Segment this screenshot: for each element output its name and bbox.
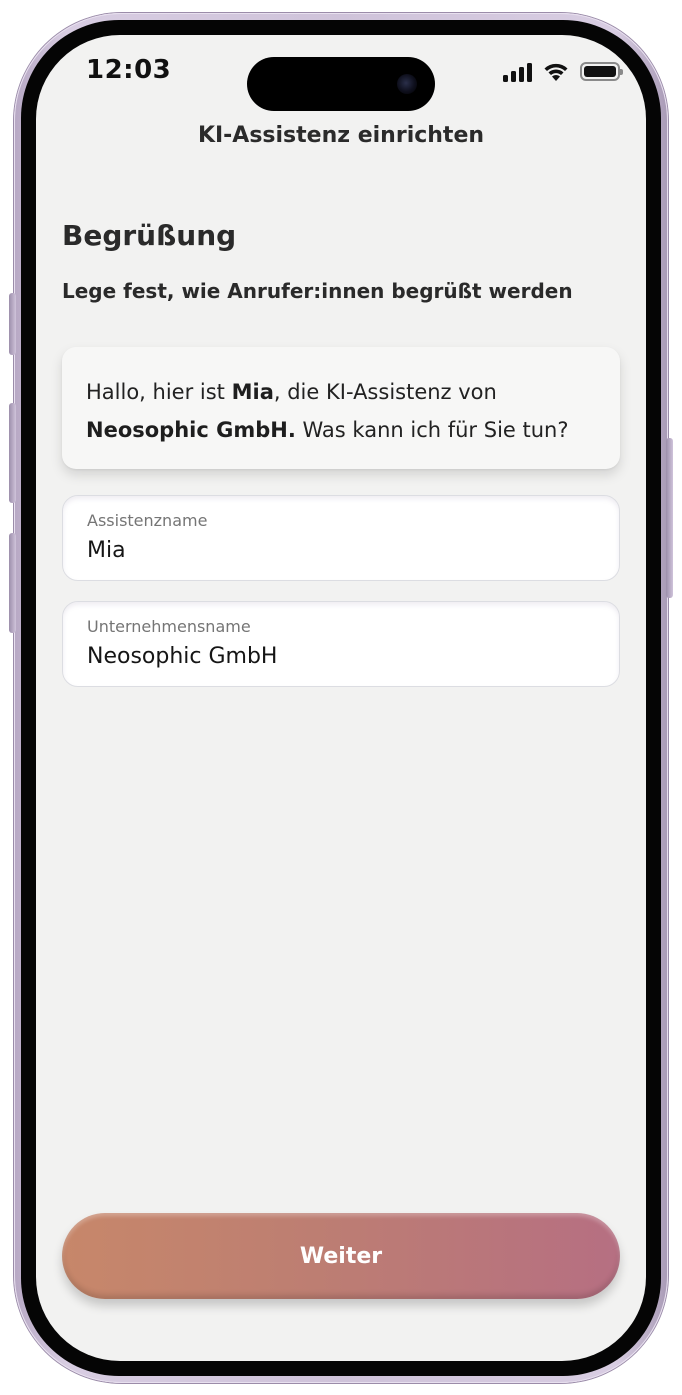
company-name-input[interactable] xyxy=(87,642,595,672)
greeting-preview-card: Hallo, hier ist Mia, die KI-Assistenz vo… xyxy=(62,347,620,469)
volume-down-button xyxy=(9,533,16,633)
greeting-text-part3: Was kann ich für Sie tun? xyxy=(295,418,569,442)
greeting-text-part1: Hallo, hier ist xyxy=(86,380,232,404)
greeting-assistant-name: Mia xyxy=(231,380,274,404)
volume-up-button xyxy=(9,403,16,503)
assistant-name-label: Assistenzname xyxy=(87,511,208,530)
greeting-company-name: Neosophic GmbH. xyxy=(86,418,296,442)
phone-screen: 12:03 KI-Assistenz einrichten Begrüßung … xyxy=(36,35,646,1361)
status-icons xyxy=(503,61,623,82)
cellular-signal-icon xyxy=(503,62,532,82)
status-time: 12:03 xyxy=(86,55,172,85)
company-name-field[interactable]: Unternehmensname xyxy=(62,601,620,687)
front-camera-icon xyxy=(397,74,417,94)
assistant-name-input[interactable] xyxy=(87,536,595,566)
silent-switch xyxy=(9,293,16,355)
battery-fill xyxy=(584,66,616,77)
section-title: Begrüßung xyxy=(62,219,237,252)
power-button xyxy=(666,438,673,598)
greeting-text-part2: , die KI-Assistenz von xyxy=(273,380,497,404)
wifi-icon xyxy=(544,63,568,81)
company-name-label: Unternehmensname xyxy=(87,617,251,636)
assistant-name-field[interactable]: Assistenzname xyxy=(62,495,620,581)
continue-button[interactable]: Weiter xyxy=(62,1213,620,1299)
section-subtitle: Lege fest, wie Anrufer:innen begrüßt wer… xyxy=(62,279,573,303)
dynamic-island xyxy=(247,57,435,111)
battery-icon xyxy=(580,62,623,81)
page-title: KI-Assistenz einrichten xyxy=(197,123,485,148)
